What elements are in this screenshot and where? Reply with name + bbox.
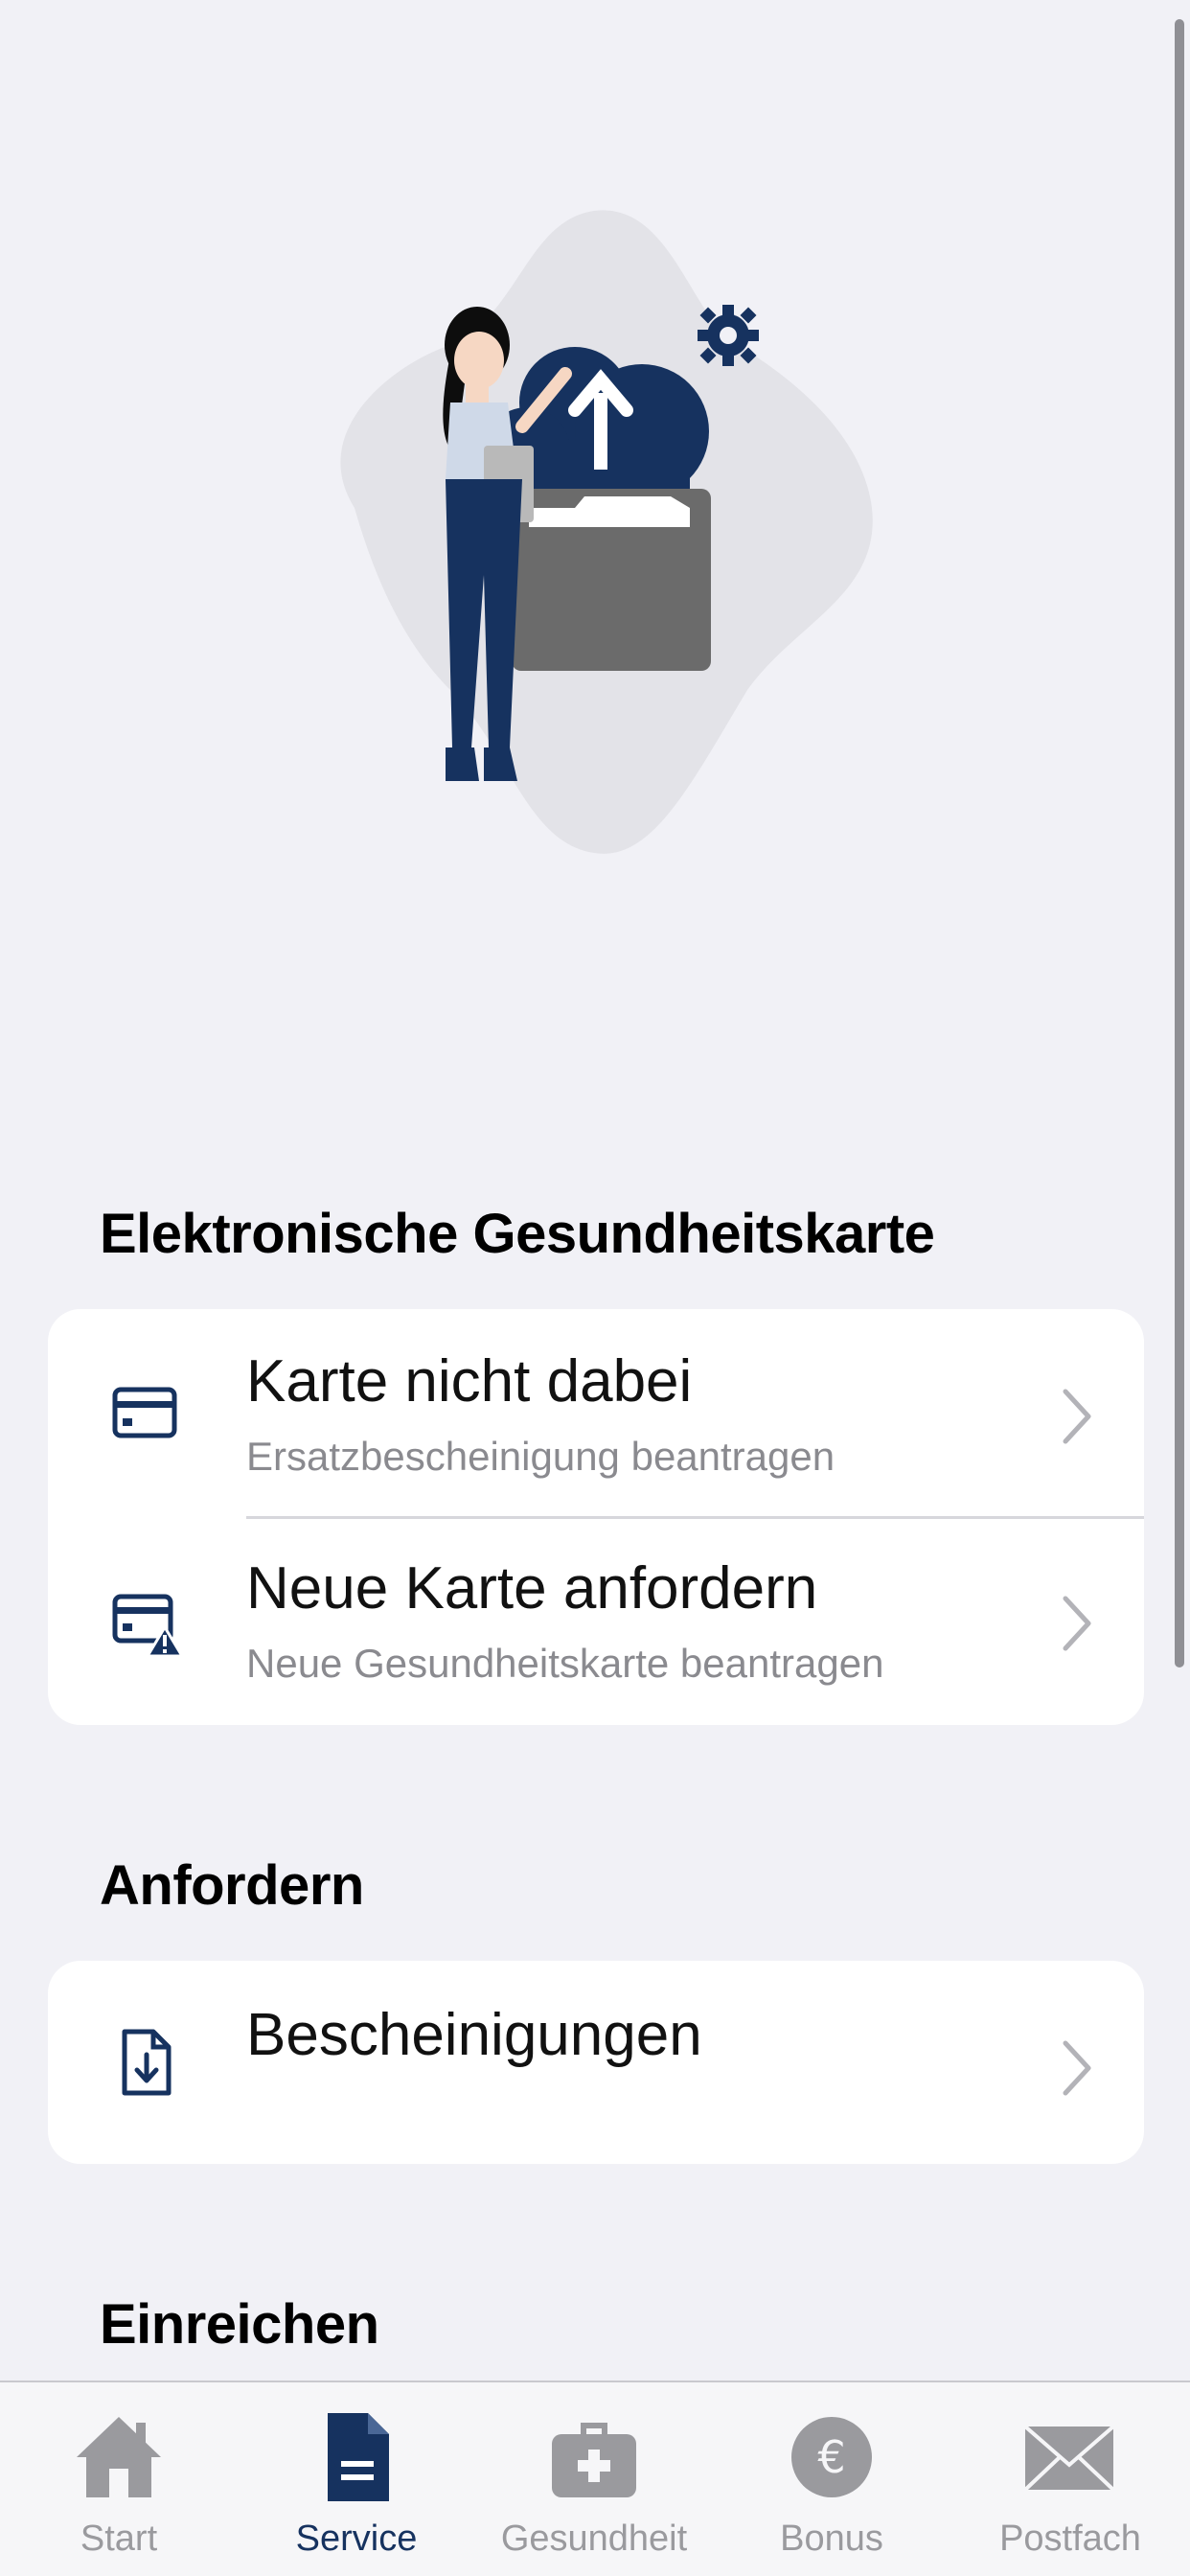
list-item-request-new-card[interactable]: Neue Karte anfordern Neue Gesundheitskar…	[48, 1516, 1144, 1723]
folder-icon	[512, 489, 711, 671]
home-icon	[77, 2417, 161, 2497]
tab-label: Start	[80, 2518, 158, 2559]
item-title: Neue Karte anfordern	[246, 1555, 818, 1622]
tab-label: Gesundheit	[500, 2518, 688, 2559]
mail-icon	[1023, 2425, 1115, 2492]
section-title-request: Anfordern	[100, 1854, 364, 1917]
chevron-right-icon	[1063, 1596, 1091, 1651]
chevron-right-icon	[1063, 1389, 1091, 1444]
svg-text:€: €	[817, 2431, 845, 2483]
document-icon	[328, 2413, 389, 2501]
upload-illustration	[340, 210, 873, 854]
euro-icon: €	[791, 2417, 872, 2497]
tab-label: Bonus	[780, 2518, 883, 2559]
scrollbar[interactable]	[1175, 19, 1184, 1668]
gear-icon	[698, 305, 759, 366]
request-card-group: Bescheinigungen	[48, 1961, 1144, 2164]
list-item-card-not-present[interactable]: Karte nicht dabei Ersatzbescheinigung be…	[48, 1309, 1144, 1516]
tab-service[interactable]: Service	[238, 2382, 475, 2576]
chevron-right-icon	[1063, 2040, 1091, 2096]
tab-postfach[interactable]: Postfach	[950, 2382, 1190, 2576]
item-title: Karte nicht dabei	[246, 1348, 693, 1414]
medical-bag-icon	[552, 2423, 636, 2497]
section-title-ehealth-card: Elektronische Gesundheitskarte	[100, 1203, 935, 1265]
tab-label: Postfach	[999, 2518, 1141, 2559]
item-subtitle: Neue Gesundheitskarte beantragen	[246, 1641, 884, 1686]
tab-start[interactable]: Start	[0, 2382, 238, 2576]
service-screen: Elektronische Gesundheitskarte Karte nic…	[0, 0, 1190, 2576]
item-title: Bescheinigungen	[246, 2002, 702, 2068]
tab-label: Service	[295, 2518, 418, 2559]
tab-gesundheit[interactable]: Gesundheit	[475, 2382, 713, 2576]
card-icon	[112, 1387, 177, 1438]
document-download-icon	[122, 2029, 172, 2096]
tab-bonus[interactable]: € Bonus	[713, 2382, 950, 2576]
tab-bar: Start Service Gesundheit € Bonus Postfac…	[0, 2380, 1190, 2576]
section-title-submit: Einreichen	[100, 2293, 379, 2356]
divider	[246, 1516, 1144, 1519]
ehealth-card-group: Karte nicht dabei Ersatzbescheinigung be…	[48, 1309, 1144, 1725]
list-item-certificates[interactable]: Bescheinigungen	[48, 1961, 1144, 2164]
item-subtitle: Ersatzbescheinigung beantragen	[246, 1434, 835, 1479]
card-warning-icon	[112, 1594, 182, 1658]
